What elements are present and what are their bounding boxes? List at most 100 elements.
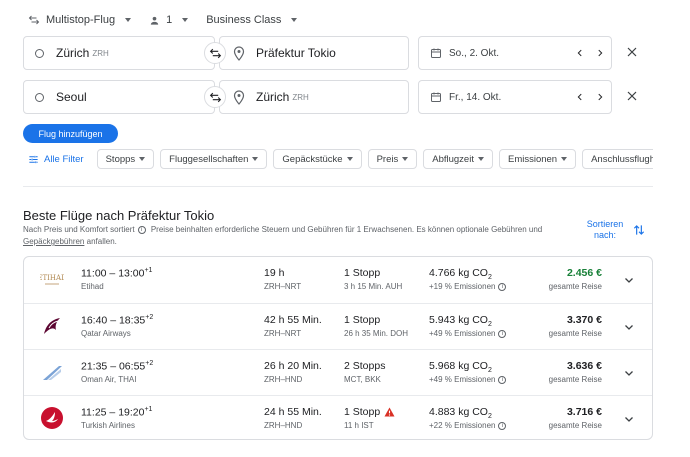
layover-detail: 11 h IST [344,421,374,430]
cabin-select[interactable]: Business Class [206,14,298,26]
day-offset: +1 [144,406,153,413]
flight-row[interactable]: 16:40 – 18:35+2 Qatar Airways 42 h 55 Mi… [24,303,652,349]
co2-subscript: 2 [487,413,492,421]
emissions-label: +19 % Emissionen [429,282,496,291]
destination-input[interactable]: Präfektur Tokio [219,36,409,70]
co2-value: 5.968 kg [429,360,470,372]
chevron-down-icon[interactable] [623,274,635,286]
arrival-time: 19:20 [118,406,145,419]
swap-arrows-icon [28,15,40,25]
flight-price: 3.370 € [566,314,602,326]
chip-label: Anschlussflughäfen [591,153,653,165]
filter-chip-times[interactable]: Abflugzeit [423,149,493,169]
results-title: Beste Flüge nach Präfektur Tokio [23,208,215,223]
swap-arrows-icon [209,92,221,102]
filter-chip-emissions[interactable]: Emissionen [498,149,577,169]
caret-down-icon [252,157,259,161]
stops-count: 1 Stopp [344,267,380,279]
chevron-down-icon[interactable] [623,413,635,425]
swap-button[interactable] [204,86,226,108]
caret-down-icon [561,157,568,161]
flight-route: ZRH–NRT [264,329,302,338]
departure-time: 16:40 [81,314,108,327]
divider [23,186,653,187]
flight-times: 11:25 – 19:20+1 [81,406,153,419]
fees-suffix: anfallen. [86,237,117,246]
flight-times: 16:40 – 18:35+2 [81,314,154,327]
flight-row[interactable]: 21:35 – 06:55+2 Oman Air, THAI 26 h 20 M… [24,349,652,395]
departure-date: Fr., 14. Okt. [449,91,502,103]
close-icon[interactable] [626,46,638,58]
sort-button[interactable]: Sortieren nach: [582,219,628,241]
departure-date-input[interactable]: So., 2. Okt. [418,36,612,70]
origin-input[interactable]: Seoul [23,80,215,114]
stops-label: 1 Stopp [344,267,381,279]
co2-emissions: 5.943 kg CO2 [429,314,492,328]
chip-label: Emissionen [507,153,558,165]
info-icon[interactable]: i [137,225,146,234]
origin-input[interactable]: Zürich ZRH [23,36,215,70]
chevron-down-icon[interactable] [623,367,635,379]
co2-emissions: 4.766 kg CO2 [429,267,492,281]
flight-times: 21:35 – 06:55+2 [81,360,154,373]
add-flight-button[interactable]: Flug hinzufügen [23,124,118,143]
caret-down-icon [125,18,132,22]
all-filters-button[interactable]: Alle Filter [28,154,84,165]
passengers-count: 1 [166,14,173,26]
emissions-label: +22 % Emissionen [429,421,496,430]
chip-label: Stopps [105,153,136,165]
layover-detail: 26 h 35 Min. DOH [344,329,409,338]
filter-chip-airlines[interactable]: Fluggesellschaften [160,149,268,169]
sort-arrows-icon[interactable] [632,223,646,237]
svg-text:ETIHAD: ETIHAD [40,274,64,282]
passengers-select[interactable]: 1 [149,14,189,26]
stops-label: 2 Stopps [344,360,386,372]
flight-row[interactable]: 11:25 – 19:20+1 Turkish Airlines 24 h 55… [24,395,652,439]
chip-label: Abflugzeit [432,153,474,165]
swap-button[interactable] [204,42,226,64]
emissions-label: +49 % Emissionen [429,329,496,338]
airline-name: Etihad [81,282,104,291]
baggage-fees-link[interactable]: Gepäckgebühren [23,237,84,246]
flight-row[interactable]: ETIHAD 11:00 – 13:00+1 Etihad 19 h ZRH–N… [24,257,652,303]
stops-label: 1 Stopp [344,314,381,326]
chevron-down-icon[interactable] [623,321,635,333]
chip-label: Preis [376,153,399,165]
day-offset: +2 [145,360,154,367]
co2-value: 4.883 kg [429,406,470,418]
chevron-left-icon[interactable] [575,92,585,102]
filter-bar: Alle Filter Stopps Fluggesellschaften Ge… [28,148,653,170]
filter-chip-connecting-airports[interactable]: Anschlussflughäfen [582,149,653,169]
caret-down-icon [139,157,146,161]
info-icon[interactable]: i [498,375,507,384]
filter-chip-price[interactable]: Preis [367,149,418,169]
close-icon[interactable] [626,90,638,102]
co2-value: 5.943 kg [429,314,470,326]
turkish-airlines-logo-icon [41,407,63,429]
day-offset: +1 [144,267,153,274]
co2-subscript: 2 [487,321,492,329]
flight-times: 11:00 – 13:00+1 [81,267,153,280]
emissions-delta: +22 % Emissionen i [429,421,509,430]
day-offset: +2 [145,314,154,321]
co2-unit: CO [472,406,488,418]
flight-leg-2: Seoul Zürich ZRH Fr., 14. Okt. [23,80,653,114]
chevron-left-icon[interactable] [575,48,585,58]
chevron-right-icon[interactable] [595,48,605,58]
airline-name: Qatar Airways [81,329,131,338]
info-icon[interactable]: i [498,421,507,430]
trip-type-label: Multistop-Flug [46,14,116,26]
info-icon[interactable]: i [498,329,507,338]
chevron-right-icon[interactable] [595,92,605,102]
filter-chip-bags[interactable]: Gepäckstücke [273,149,362,169]
info-icon[interactable]: i [498,282,507,291]
co2-emissions: 4.883 kg CO2 [429,406,492,420]
trip-type-select[interactable]: Multistop-Flug [28,14,132,26]
departure-time: 11:25 [81,406,107,419]
filter-chip-stops[interactable]: Stopps [96,149,155,169]
departure-date-input[interactable]: Fr., 14. Okt. [418,80,612,114]
flight-route: ZRH–HND [264,375,303,384]
flight-duration: 42 h 55 Min. [264,314,322,326]
sort-note: Nach Preis und Komfort sortiert [23,225,135,234]
destination-input[interactable]: Zürich ZRH [219,80,409,114]
